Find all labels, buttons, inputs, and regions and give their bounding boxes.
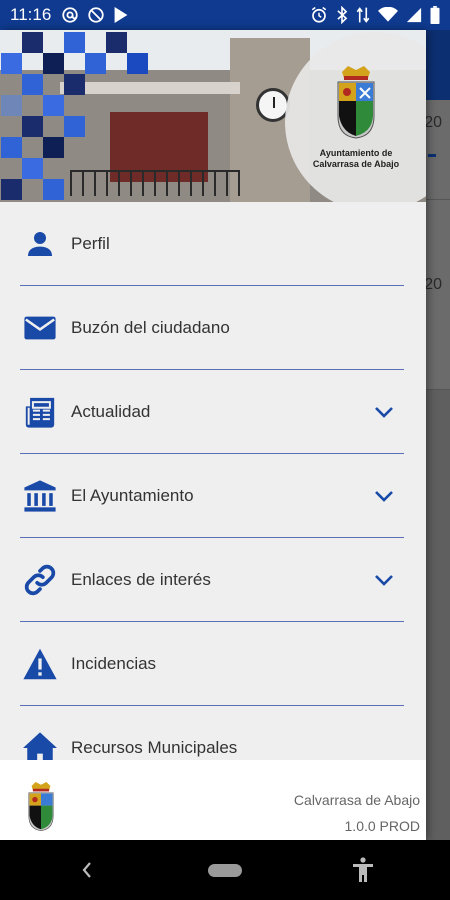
menu-item-perfil[interactable]: Perfil [0,202,426,286]
system-nav-bar [0,840,450,900]
bluetooth-icon [336,6,348,24]
drawer-footer: Calvarrasa de Abajo 1.0.0 PROD [0,760,426,840]
alarm-icon [310,6,328,24]
mosaic-tile [22,32,43,53]
accessibility-icon[interactable] [352,857,374,883]
person-icon [22,226,58,262]
chevron-down-icon[interactable] [372,484,396,508]
menu-item-buzon[interactable]: Buzón del ciudadano [0,286,426,370]
menu-item-label: El Ayuntamiento [71,486,194,505]
mosaic-tile [22,158,43,179]
mosaic-tile [1,137,22,158]
battery-icon [430,6,440,24]
mosaic-tile [1,53,22,74]
wifi-icon [378,7,398,23]
mosaic-tile [43,137,64,158]
home-pill-button[interactable] [208,864,242,877]
mosaic-tile [43,179,64,200]
menu-item-ayuntamiento[interactable]: El Ayuntamiento [0,454,426,538]
mosaic-tile [1,95,22,116]
mosaic-tile [106,32,127,53]
menu-item-label: Incidencias [71,654,157,673]
menu-item-incidencias[interactable]: Incidencias [0,622,426,706]
at-icon [61,6,79,24]
menu-item-label: Recursos Municipales [71,738,238,757]
no-disturb-icon [87,6,105,24]
footer-town-name: Calvarrasa de Abajo [293,792,420,808]
drawer-menu: Perfil Buzón del ciudadano Actualidad El… [0,202,426,790]
mosaic-tile [22,116,43,137]
logo-text: Ayuntamiento de Calvarrasa de Abajo [300,148,412,170]
mosaic-tile [85,53,106,74]
mosaic-tile [64,74,85,95]
header-roof-band [60,82,240,94]
menu-item-label: Perfil [71,234,110,253]
navigation-drawer: Ayuntamiento de Calvarrasa de Abajo Perf… [0,30,426,840]
mosaic-tile [22,74,43,95]
background-card-text: 20 [424,276,442,293]
play-store-icon [113,6,129,24]
logo-text-line1: Ayuntamiento de [319,148,393,158]
background-card-text: 20 [424,114,442,131]
warning-icon [22,646,58,682]
drawer-header-photo: Ayuntamiento de Calvarrasa de Abajo [0,30,426,202]
chevron-down-icon[interactable] [372,568,396,592]
menu-item-actualidad[interactable]: Actualidad [0,370,426,454]
mosaic-tile [1,179,22,200]
app-version: 1.0.0 PROD [344,818,420,834]
background-card-accent [428,154,436,157]
chevron-down-icon[interactable] [372,400,396,424]
status-bar: 11:16 [0,0,450,30]
menu-item-label: Enlaces de interés [71,570,211,589]
status-time: 11:16 [10,5,52,24]
menu-item-enlaces[interactable]: Enlaces de interés [0,538,426,622]
header-balcony [70,170,240,196]
back-icon[interactable] [80,860,94,880]
newspaper-icon [22,394,58,430]
data-arrows-icon [356,6,370,24]
coat-of-arms-icon [337,66,375,139]
mosaic-tile [64,116,85,137]
menu-item-label: Actualidad [71,402,151,421]
mosaic-tile [64,32,85,53]
mosaic-tile [127,53,148,74]
logo-text-line2: Calvarrasa de Abajo [312,159,400,169]
mosaic-tile [43,95,64,116]
signal-icon [406,7,422,23]
bank-icon [22,478,58,514]
menu-item-label: Buzón del ciudadano [71,318,230,337]
coat-of-arms-icon [28,782,54,831]
link-icon [22,562,58,598]
mail-icon [22,310,58,346]
mosaic-tile [43,53,64,74]
